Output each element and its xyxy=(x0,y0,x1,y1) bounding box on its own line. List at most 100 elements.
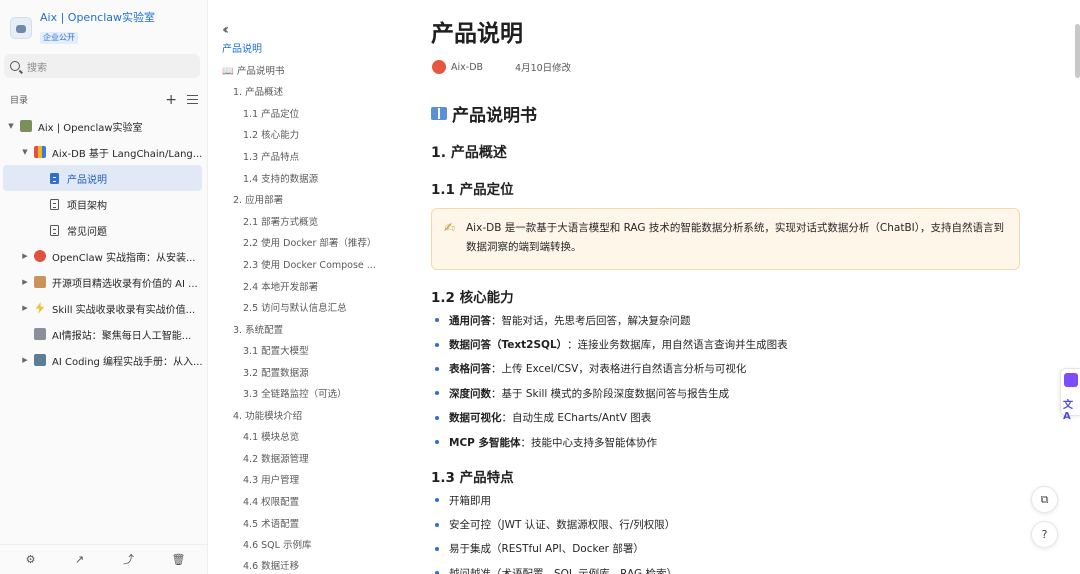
list-item-bold: 深度问数 xyxy=(449,387,491,400)
help-button[interactable]: ? xyxy=(1031,521,1058,548)
outline-item[interactable]: 1.3 产品特点 xyxy=(243,151,299,165)
outline-item[interactable]: 3. 系统配置 xyxy=(233,324,283,338)
list-item-text: ：基于 Skill 模式的多阶段深度数据问答与报告生成 xyxy=(491,387,730,400)
capability-list: 通用问答 ：智能对话，先思考后回答，解决复杂问题 数据问答（Text2SQL） ：连… xyxy=(432,308,1032,454)
outline-item[interactable]: 4.5 术语配置 xyxy=(243,518,299,532)
tree-item-label: 常见问题 xyxy=(67,226,107,238)
trash-icon[interactable]: 🗑 xyxy=(172,553,186,566)
feature-list: 开箱即用 安全可控（JWT 认证、数据源权限、行/列权限） 易于集成（RESTf… xyxy=(432,488,1032,574)
visibility-badge: 企业公开 xyxy=(40,32,78,44)
tree-item-ai-coding[interactable]: AI Coding 编程实战手册：从入... xyxy=(0,347,208,373)
robot-icon xyxy=(34,354,46,366)
outline-item[interactable]: 4.1 模块总览 xyxy=(243,431,299,445)
help-icon: ? xyxy=(1041,528,1048,541)
outline-item[interactable]: 2.4 本地开发部署 xyxy=(243,281,318,295)
outline-item[interactable]: 1.4 支持的数据源 xyxy=(243,173,318,187)
outline-item[interactable]: 4. 功能模块介绍 xyxy=(233,410,302,424)
outline-item[interactable]: 3.1 配置大模型 xyxy=(243,345,309,359)
outline-item[interactable]: 4.6 SQL 示例库 xyxy=(243,539,311,553)
list-item-text: 易于集成（RESTful API、Docker 部署） xyxy=(449,543,644,556)
outline-item[interactable]: 4.6 数据迁移 xyxy=(243,560,299,574)
list-item: 数据问答（Text2SQL） ：连接业务数据库，用自然语言查询并生成图表 xyxy=(432,332,1032,356)
list-settings-icon[interactable] xyxy=(187,95,198,104)
bullet-icon xyxy=(435,440,439,445)
tree-item-root[interactable]: Aix | Openclaw实验室 xyxy=(0,113,208,139)
list-item-text: ：连接业务数据库，用自然语言查询并生成图表 xyxy=(567,339,788,352)
brand[interactable]: Aix | Openclaw实验室 企业公开 xyxy=(10,11,155,44)
tree-item-architecture[interactable]: 项目架构 xyxy=(0,191,208,217)
sidebar-footer: ⚙ ↗ ⤴ 🗑 xyxy=(0,544,208,574)
caret-right-icon[interactable] xyxy=(20,304,30,312)
outline-item[interactable]: 2.2 使用 Docker 部署（推荐） xyxy=(243,237,376,251)
outline-item[interactable]: 1.1 产品定位 xyxy=(243,108,299,122)
outline-item[interactable]: 2.5 访问与默认信息汇总 xyxy=(243,302,347,316)
bullet-icon xyxy=(435,366,439,371)
tree-item-faq[interactable]: 常见问题 xyxy=(0,217,208,243)
app-window: Aix | Openclaw实验室 企业公开 搜索 目录 + Aix | Ope… xyxy=(0,0,1080,574)
stats-icon[interactable]: ⤴ xyxy=(123,553,135,566)
list-item-text: 越问越准（术语配置、SQL 示例库、RAG 检索） xyxy=(449,567,677,574)
tree-item-openclaw[interactable]: OpenClaw 实战指南：从安装... xyxy=(0,243,208,269)
tree-item-label: AI Coding 编程实战手册：从入... xyxy=(52,356,203,368)
outline-item[interactable]: 1. 产品概述 xyxy=(233,86,283,100)
outline-item[interactable]: 4.2 数据源管理 xyxy=(243,453,309,467)
tree-item-open-source[interactable]: 开源项目精选收录有价值的 AI ... xyxy=(0,269,208,295)
writing-hand-icon: ✍ xyxy=(444,221,455,236)
outline-item[interactable]: 2.3 使用 Docker Compose ... xyxy=(243,259,376,273)
tree-item-label: Skill 实战收录收录有实战价值... xyxy=(52,304,196,316)
settings-icon[interactable]: ⚙ xyxy=(25,553,37,566)
bullet-icon xyxy=(435,342,439,347)
outline-item[interactable]: 2.1 部署方式概览 xyxy=(243,216,318,230)
list-item: 深度问数 ：基于 Skill 模式的多阶段深度数据问答与报告生成 xyxy=(432,381,1032,405)
translate-icon[interactable]: 文A xyxy=(1063,396,1080,422)
list-item: 越问越准（术语配置、SQL 示例库、RAG 检索） xyxy=(432,561,1032,574)
list-item-text: ：技能中心支持多智能体协作 xyxy=(520,436,658,449)
ai-assistant-icon[interactable] xyxy=(1064,373,1078,387)
tree-item-aix-db[interactable]: Aix-DB 基于 LangChain/Lang... xyxy=(0,139,208,165)
caret-right-icon[interactable] xyxy=(20,252,30,260)
list-item: 开箱即用 xyxy=(432,488,1032,512)
avatar[interactable] xyxy=(432,60,446,74)
list-item-text: ：自动生成 ECharts/AntV 图表 xyxy=(501,412,652,425)
lightning-icon xyxy=(35,302,45,314)
outline-item[interactable]: 4.3 用户管理 xyxy=(243,474,299,488)
list-item: MCP 多智能体 ：技能中心支持多智能体协作 xyxy=(432,430,1032,454)
tree-item-skill[interactable]: Skill 实战收录收录有实战价值... xyxy=(0,295,208,321)
collapse-outline-icon[interactable]: ‹‹ xyxy=(222,22,229,38)
tree-item-ai-news[interactable]: AI情报站：聚焦每日人工智能... xyxy=(0,321,208,347)
tree-item-label: Aix-DB 基于 LangChain/Lang... xyxy=(52,148,203,160)
list-item-text: ：上传 Excel/CSV，对表格进行自然语言分析与可视化 xyxy=(491,363,747,376)
caret-right-icon[interactable] xyxy=(20,278,30,286)
tree-item-label: OpenClaw 实战指南：从安装... xyxy=(52,252,196,264)
tree-item-label: 开源项目精选收录有价值的 AI ... xyxy=(52,278,198,290)
add-icon[interactable]: + xyxy=(165,93,177,107)
outline-item[interactable]: 3.3 全链路监控（可选） xyxy=(243,388,347,402)
share-icon[interactable]: ↗ xyxy=(74,553,86,566)
outline-item[interactable]: 2. 应用部署 xyxy=(233,194,283,208)
scrollbar[interactable] xyxy=(1075,24,1080,78)
outline-item[interactable]: 4.4 权限配置 xyxy=(243,496,299,510)
outline-item[interactable]: 1.2 核心能力 xyxy=(243,129,299,143)
callout-text: Aix-DB 是一款基于大语言模型和 RAG 技术的智能数据分析系统，实现对话式… xyxy=(466,222,1004,253)
tree-item-product-doc[interactable]: 产品说明 xyxy=(3,165,202,191)
knowledge-base-logo-icon xyxy=(10,16,32,39)
outline-title[interactable]: 产品说明 xyxy=(222,43,262,57)
toc-header: 目录 + xyxy=(10,93,198,107)
search-icon xyxy=(10,61,20,71)
lobster-icon xyxy=(34,250,46,262)
knowledge-base-title[interactable]: Aix | Openclaw实验室 xyxy=(40,11,155,25)
bullet-icon xyxy=(435,522,439,527)
doc-tree: Aix | Openclaw实验室 Aix-DB 基于 LangChain/La… xyxy=(0,113,208,373)
heading-h1: 产品说明书 xyxy=(431,101,537,126)
list-item: 安全可控（JWT 认证、数据源权限、行/列权限） xyxy=(432,512,1032,536)
outline-item[interactable]: 📖 产品说明书 xyxy=(222,65,284,79)
document-body: 产品说明 Aix-DB 4月10日修改 产品说明书 1. 产品概述 1.1 产品… xyxy=(408,0,1048,574)
caret-down-icon[interactable] xyxy=(6,122,16,130)
author-name[interactable]: Aix-DB xyxy=(451,62,483,73)
outline-item[interactable]: 3.2 配置数据源 xyxy=(243,367,309,381)
search-input[interactable]: 搜索 xyxy=(4,54,200,78)
copy-doc-button[interactable]: ⧉ xyxy=(1031,486,1058,513)
caret-right-icon[interactable] xyxy=(20,356,30,364)
caret-down-icon[interactable] xyxy=(20,148,30,156)
list-item-bold: 数据问答（Text2SQL） xyxy=(449,339,568,352)
